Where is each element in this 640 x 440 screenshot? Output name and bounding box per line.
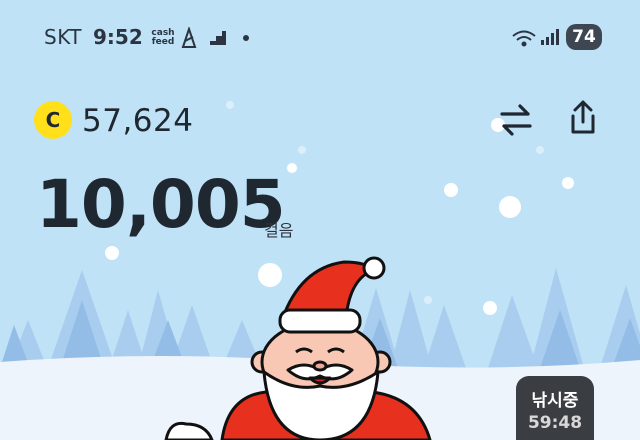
fishing-status-label: 낚시중	[531, 391, 579, 411]
signal-icon	[541, 29, 559, 45]
battery-icon: 74	[566, 24, 602, 50]
stairs-icon	[210, 31, 226, 45]
wifi-icon	[512, 30, 536, 47]
coin-symbol: C	[46, 108, 61, 132]
cash-walk-icon	[181, 27, 197, 48]
status-time: 9:52	[93, 25, 143, 49]
cashfeed-icon: cash feed	[151, 28, 175, 47]
fishing-status-button[interactable]: 낚시중 59:48	[516, 376, 594, 440]
coin-icon: C	[34, 101, 72, 139]
exchange-arrows-icon[interactable]	[496, 100, 536, 140]
status-bar: SKT 9:52 cash feed 74	[0, 0, 640, 70]
notification-dot-icon	[243, 35, 249, 41]
app-screen: SKT 9:52 cash feed 74 C 57,624 10,005 걸음…	[0, 0, 640, 440]
step-unit-label: 걸음	[264, 221, 294, 240]
carrier-label: SKT	[44, 25, 82, 49]
share-icon[interactable]	[563, 98, 603, 138]
step-count: 10,005	[36, 166, 286, 243]
fishing-timer: 59:48	[527, 413, 583, 433]
coin-balance: 57,624	[82, 103, 194, 139]
